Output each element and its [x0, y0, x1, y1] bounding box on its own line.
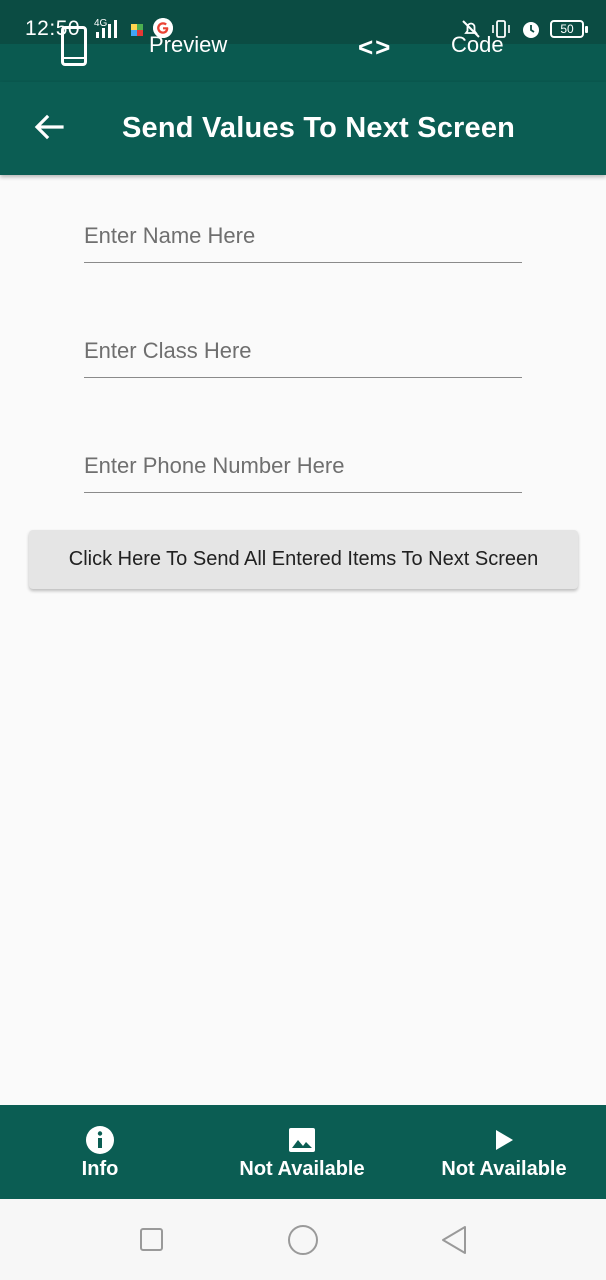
phone-icon[interactable] — [61, 26, 87, 66]
preview-tab[interactable]: Preview — [149, 32, 227, 58]
back-button[interactable] — [26, 104, 72, 150]
info-icon — [86, 1126, 114, 1154]
play-icon — [490, 1126, 518, 1154]
name-input[interactable] — [84, 217, 522, 262]
send-items-button[interactable]: Click Here To Send All Entered Items To … — [29, 530, 578, 589]
class-input[interactable] — [84, 332, 522, 377]
app-bar: Send Values To Next Screen — [0, 82, 606, 175]
system-navigation-bar — [0, 1199, 606, 1280]
code-icon[interactable]: <> — [358, 32, 392, 63]
arrow-back-icon — [34, 114, 64, 140]
nav-label-play: Not Available — [441, 1158, 567, 1180]
recents-button[interactable] — [140, 1228, 163, 1251]
phone-field — [84, 447, 522, 493]
image-icon — [288, 1126, 316, 1154]
nav-item-info[interactable]: Info — [60, 1105, 140, 1199]
bottom-navigation: Info Not Available Not Available — [0, 1105, 606, 1199]
nav-item-play[interactable]: Not Available — [424, 1105, 584, 1199]
name-field — [84, 217, 522, 263]
phone-input[interactable] — [84, 447, 522, 492]
status-bar: 12:50 4G 50 Preview <> Code — [0, 0, 606, 82]
home-button[interactable] — [288, 1225, 318, 1255]
code-tab[interactable]: Code — [451, 32, 504, 58]
nav-label-info: Info — [81, 1158, 119, 1180]
system-back-button[interactable] — [440, 1224, 468, 1256]
nav-item-image[interactable]: Not Available — [222, 1105, 382, 1199]
nav-label-image: Not Available — [239, 1158, 365, 1180]
page-title: Send Values To Next Screen — [122, 112, 516, 144]
preview-code-bar: Preview <> Code — [0, 26, 606, 72]
class-field — [84, 332, 522, 378]
